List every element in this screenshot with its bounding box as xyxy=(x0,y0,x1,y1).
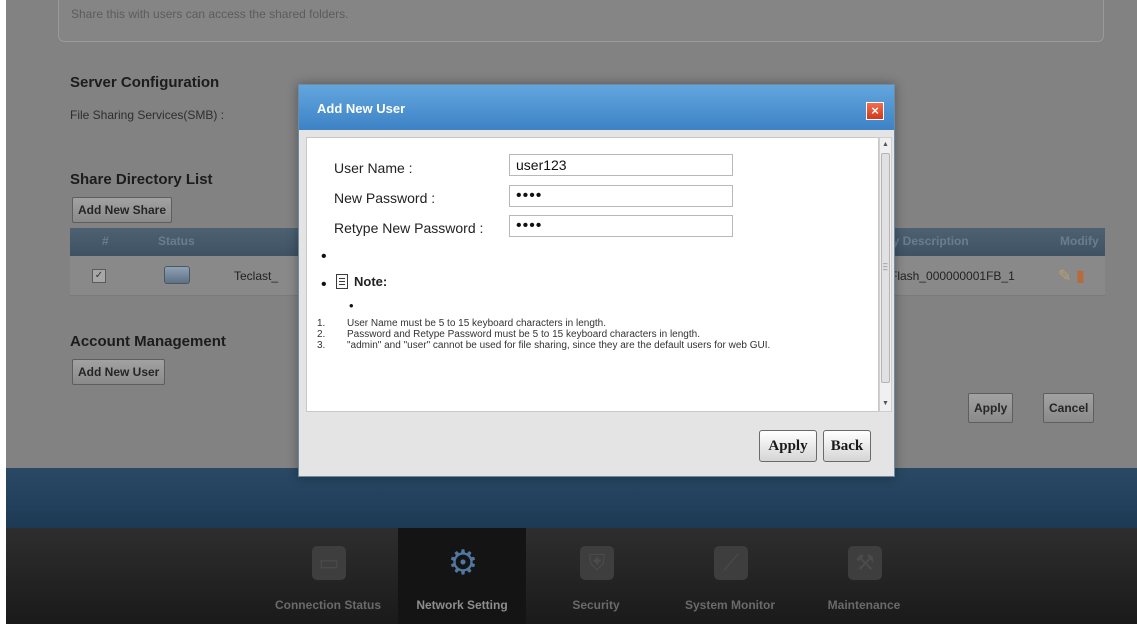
column-header-modify: Modify xyxy=(1060,234,1099,248)
note-title: Note: xyxy=(354,274,388,289)
new-password-label: New Password : xyxy=(334,190,436,206)
nav-item-network-setting[interactable]: ⚙ Network Setting xyxy=(398,528,526,624)
retype-password-input[interactable] xyxy=(509,215,733,237)
scroll-thumb[interactable]: – – – xyxy=(881,153,890,383)
cancel-button[interactable]: Cancel xyxy=(1043,393,1095,423)
note-text: Password and Retype Password must be 5 t… xyxy=(347,329,700,340)
nav-label: Maintenance xyxy=(827,598,901,612)
note-number: 2. xyxy=(317,329,326,340)
apply-button[interactable]: Apply xyxy=(968,393,1014,423)
note-number: 1. xyxy=(317,318,326,329)
dialog-apply-button[interactable]: Apply xyxy=(759,430,817,462)
share-description: Flash_000000001FB_1 xyxy=(890,269,1015,283)
dialog-scrollbar[interactable]: ▲ – – – ▼ xyxy=(879,137,892,412)
dialog-header: Add New User × xyxy=(299,85,894,130)
list-item: 1. User Name must be 5 to 15 keyboard ch… xyxy=(317,318,869,329)
delete-icon[interactable]: ▮ xyxy=(1076,266,1085,286)
smb-label: File Sharing Services(SMB) : xyxy=(70,108,225,122)
note-text: User Name must be 5 to 15 keyboard chara… xyxy=(347,318,607,329)
add-new-user-button[interactable]: Add New User xyxy=(72,359,166,385)
server-config-title: Server Configuration xyxy=(70,74,220,91)
close-icon[interactable]: × xyxy=(866,102,884,120)
column-header-status: Status xyxy=(158,234,195,248)
scroll-up-icon[interactable]: ▲ xyxy=(880,139,891,151)
grip-icon: – – – xyxy=(883,259,888,274)
footer-band xyxy=(6,468,1137,528)
info-notice: Share this with users can access the sha… xyxy=(58,0,1104,42)
dialog-title: Add New User xyxy=(317,101,406,116)
note-text: "admin" and "user" cannot be used for fi… xyxy=(347,340,771,351)
bullet: • xyxy=(321,276,327,293)
document-icon xyxy=(336,274,348,289)
folder-status-icon xyxy=(164,266,190,284)
bottom-navigation: ▭ Connection Status ⚙ Network Setting ⛨ … xyxy=(6,528,1137,624)
tools-icon: ⚒ xyxy=(848,546,882,580)
nav-label: Network Setting xyxy=(416,598,508,612)
list-item: 2. Password and Retype Password must be … xyxy=(317,329,869,340)
note-number: 3. xyxy=(317,340,326,351)
column-header-number: # xyxy=(102,234,109,248)
chart-icon: ⟋ xyxy=(714,546,748,580)
account-management-title: Account Management xyxy=(70,333,226,350)
router-admin-app: Share this with users can access the sha… xyxy=(6,0,1137,624)
add-new-share-button[interactable]: Add New Share xyxy=(72,197,173,223)
nav-label: Connection Status xyxy=(274,598,381,612)
monitor-icon: ▭ xyxy=(312,546,346,580)
dialog-back-button[interactable]: Back xyxy=(823,430,871,462)
username-label: User Name : xyxy=(334,160,413,176)
bullet: • xyxy=(321,248,327,265)
column-header-description: ry Description xyxy=(888,234,969,248)
username-input[interactable] xyxy=(509,154,733,176)
nav-item-security[interactable]: ⛨ Security xyxy=(532,528,660,624)
nav-item-system-monitor[interactable]: ⟋ System Monitor xyxy=(666,528,794,624)
share-name: Teclast_ xyxy=(234,269,279,283)
nav-item-connection-status[interactable]: ▭ Connection Status xyxy=(264,528,392,624)
scroll-down-icon[interactable]: ▼ xyxy=(880,398,891,410)
note-list: 1. User Name must be 5 to 15 keyboard ch… xyxy=(317,318,869,351)
new-password-input[interactable] xyxy=(509,185,733,207)
edit-icon[interactable]: ✎ xyxy=(1058,266,1071,286)
list-item: 3. "admin" and "user" cannot be used for… xyxy=(317,340,869,351)
nav-label: System Monitor xyxy=(684,598,775,612)
gear-icon: ⚙ xyxy=(447,544,479,582)
nav-label: Security xyxy=(572,598,620,612)
nav-item-maintenance[interactable]: ⚒ Maintenance xyxy=(800,528,928,624)
share-directory-title: Share Directory List xyxy=(70,171,213,188)
retype-password-label: Retype New Password : xyxy=(334,220,484,236)
bullet: • xyxy=(349,298,354,313)
shield-icon: ⛨ xyxy=(580,546,614,580)
dialog-body: User Name : New Password : Retype New Pa… xyxy=(306,137,879,412)
row-checkbox[interactable]: ✓ xyxy=(92,269,106,283)
add-new-user-dialog: Add New User × User Name : New Password … xyxy=(298,84,895,477)
